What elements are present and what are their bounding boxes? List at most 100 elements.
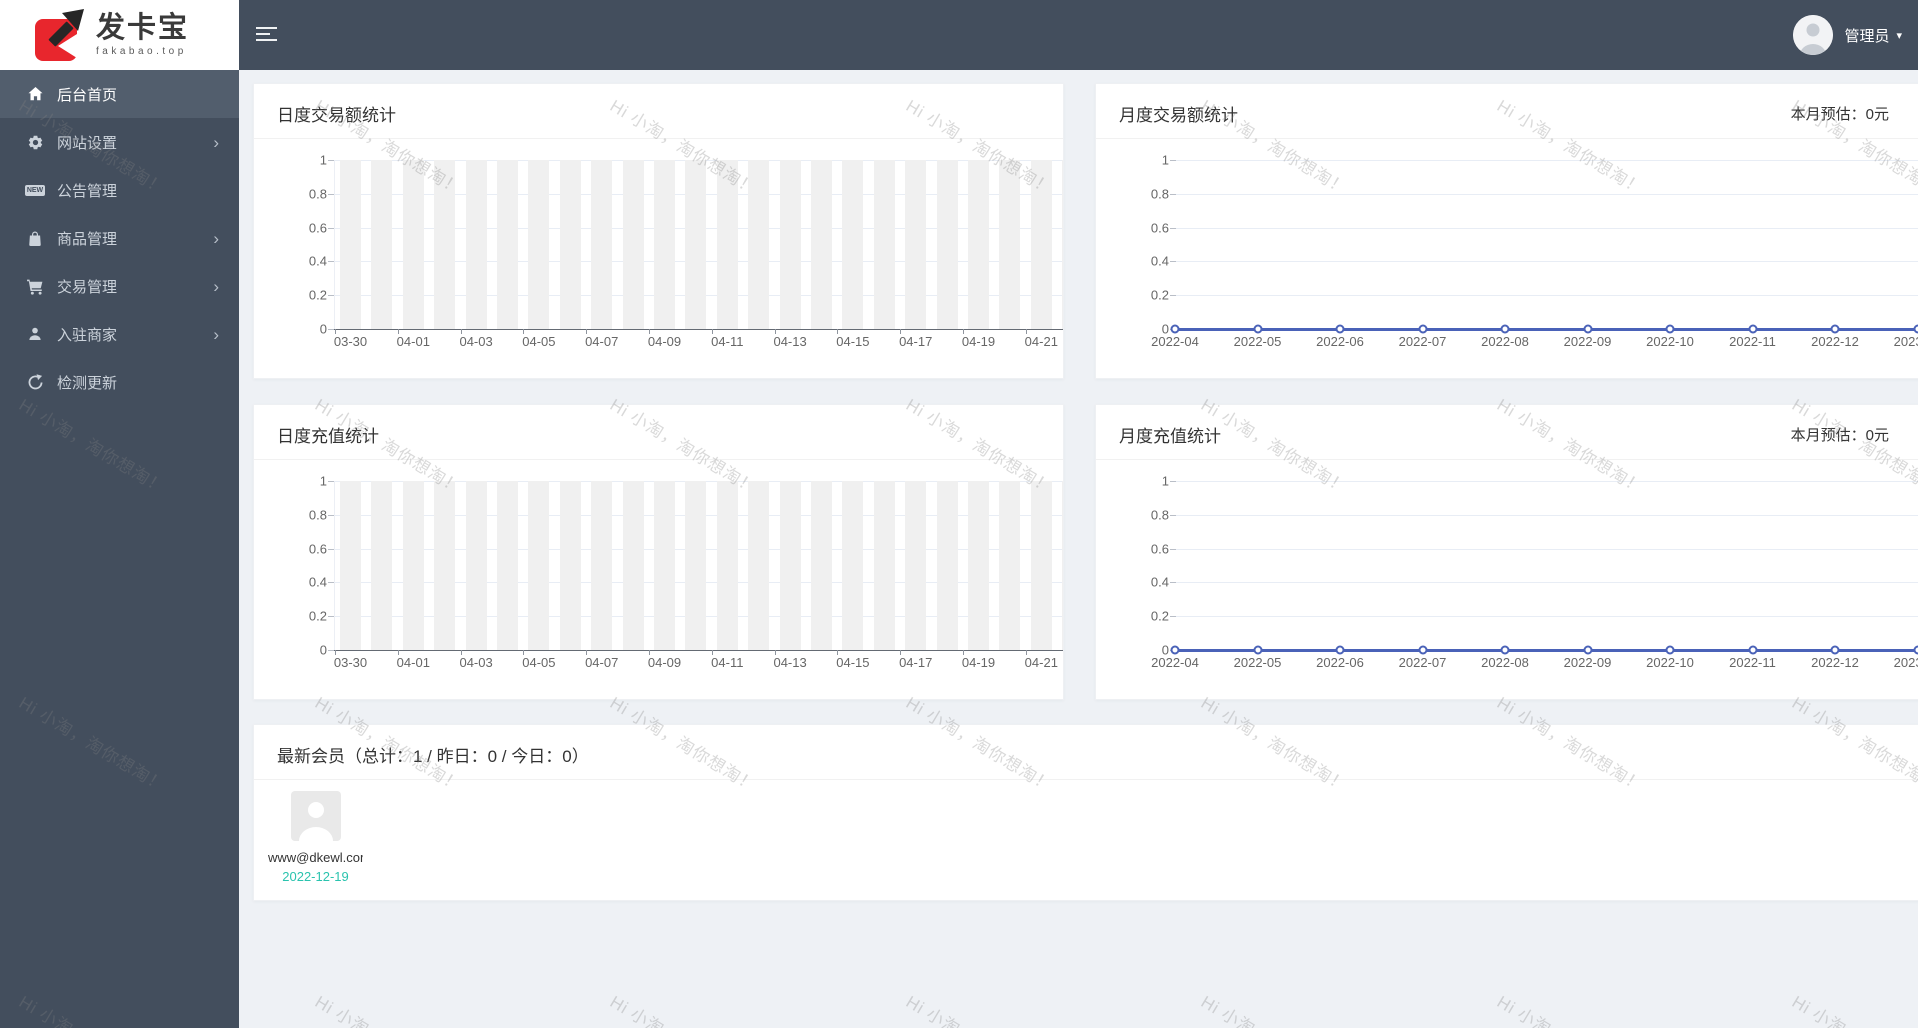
- x-axis-tick-label: 2022-09: [1563, 334, 1612, 349]
- x-axis-tick: [460, 650, 462, 655]
- x-axis-tick: [397, 650, 399, 655]
- x-axis-tick-label: 2023-01: [1893, 655, 1918, 670]
- bar-background: [1030, 481, 1052, 650]
- x-axis-tick-label: 04-09: [647, 334, 682, 349]
- x-axis-tick: [900, 650, 902, 655]
- x-axis-tick: [523, 650, 525, 655]
- y-axis-tick-label: 0: [319, 321, 327, 337]
- y-axis-tick-label: 1: [319, 152, 327, 168]
- gridline: [1176, 548, 1918, 550]
- gear-icon: [26, 134, 44, 151]
- bar-background: [999, 160, 1021, 329]
- x-axis-tick-label: 04-01: [396, 334, 430, 349]
- chevron-right-icon: ›: [213, 324, 219, 344]
- y-axis-tick-label: 0: [319, 642, 327, 658]
- x-axis-tick-label: 04-17: [899, 334, 933, 349]
- brand-domain: fakabao.top: [96, 46, 187, 57]
- user-name: 管理员: [1844, 27, 1890, 45]
- y-axis-tick-label: 0.4: [308, 253, 327, 269]
- bar-background: [371, 160, 393, 329]
- bar-background: [371, 481, 393, 650]
- y-axis-tick-label: 0.8: [308, 186, 327, 202]
- person-icon: [290, 791, 341, 841]
- x-axis-tick-label: 03-30: [333, 334, 368, 349]
- x-axis-tick-label: 03-30: [333, 655, 368, 670]
- sidebar-item-label: 检测更新: [57, 374, 118, 392]
- cart-icon: [26, 278, 44, 295]
- y-axis-tick: [1170, 227, 1176, 229]
- bar-background: [748, 481, 770, 650]
- bar-background: [936, 481, 958, 650]
- sidebar: 发卡宝 fakabao.top 后台首页 网站设置 › NEW 公告管理 商品管理 › 交易管…: [0, 0, 239, 1028]
- latest-members-title: 最新会员（总计：1 / 昨日：0 / 今日：0）: [277, 747, 589, 766]
- panel-monthly-trade: 月度交易额统计 本月预估：0元 0 0.2 0.4 0.6 0.8 1 2022-04 202…: [1095, 83, 1918, 379]
- x-axis-tick-label: 2022-08: [1481, 334, 1529, 349]
- gridline: [1176, 616, 1918, 618]
- x-axis-tick: [900, 329, 902, 334]
- brand-logo[interactable]: 发卡宝 fakabao.top: [0, 0, 239, 70]
- x-axis-tick-label: 04-09: [647, 655, 682, 670]
- sidebar-item-0-home[interactable]: 后台首页: [0, 70, 239, 118]
- bar-background: [685, 160, 707, 329]
- y-axis-tick-label: 0.8: [308, 507, 327, 523]
- line-marker: [1830, 324, 1840, 334]
- sidebar-item-2-announcement[interactable]: NEW 公告管理: [0, 166, 239, 214]
- y-axis-tick-label: 1: [319, 473, 327, 489]
- x-axis-tick-label: 04-17: [899, 655, 933, 670]
- line-marker: [1583, 645, 1592, 655]
- bar-background: [591, 481, 613, 650]
- x-axis-tick-label: 04-07: [585, 655, 619, 670]
- gridline: [1176, 514, 1918, 516]
- x-axis-tick-label: 2022-06: [1316, 334, 1364, 349]
- x-axis-tick: [837, 329, 839, 334]
- divider: [254, 779, 1918, 780]
- x-axis-tick: [774, 650, 776, 655]
- top-header: 管理员 ▾: [239, 0, 1918, 70]
- user-menu[interactable]: 管理员 ▾: [1793, 0, 1902, 70]
- gridline: [1176, 261, 1918, 263]
- x-axis-tick-label: 2022-12: [1811, 655, 1859, 670]
- member-avatar: [290, 791, 341, 841]
- bar-background: [528, 481, 550, 650]
- x-axis-tick-label: 04-15: [836, 334, 870, 349]
- line-marker: [1335, 324, 1345, 334]
- menu-toggle-icon[interactable]: [256, 27, 277, 45]
- bar-background: [402, 160, 424, 329]
- bar-background: [340, 481, 361, 650]
- x-axis-tick: [649, 650, 650, 655]
- sidebar-item-1-gear[interactable]: 网站设置 ›: [0, 118, 239, 166]
- sidebar-nav: 后台首页 网站设置 › NEW 公告管理 商品管理 › 交易管理 › 入驻商家 › 检测更新: [0, 70, 239, 406]
- bar-background: [999, 481, 1021, 650]
- x-axis-tick-label: 2022-05: [1233, 655, 1282, 670]
- y-axis-tick: [1170, 295, 1176, 297]
- bar-background: [873, 160, 895, 329]
- x-axis-tick-label: 04-11: [711, 655, 744, 670]
- brand-text: 发卡宝 fakabao.top: [96, 13, 189, 57]
- x-axis-tick-label: 2022-04: [1151, 334, 1199, 349]
- x-axis-tick-label: 2022-11: [1729, 334, 1776, 349]
- y-axis-tick: [1170, 548, 1176, 550]
- sidebar-item-3-goods[interactable]: 商品管理 ›: [0, 214, 239, 262]
- sidebar-item-5-merchant[interactable]: 入驻商家 ›: [0, 310, 239, 358]
- y-axis-tick: [1170, 481, 1176, 482]
- y-axis-tick: [1170, 193, 1176, 195]
- chevron-right-icon: ›: [213, 228, 219, 248]
- sidebar-item-4-cart[interactable]: 交易管理 ›: [0, 262, 239, 310]
- member-card: www@dkewl.com 2022-12-19: [268, 791, 363, 884]
- bar-background: [654, 160, 675, 329]
- x-axis-tick-label: 04-05: [522, 655, 556, 670]
- caret-down-icon: ▾: [1896, 29, 1902, 42]
- panel-monthly-recharge: 月度充值统计 本月预估：0元 0 0.2 0.4 0.6 0.8 1 2022-04 2022…: [1095, 404, 1918, 700]
- bar-background: [497, 481, 518, 650]
- sidebar-item-6-update[interactable]: 检测更新: [0, 358, 239, 406]
- line-marker: [1830, 645, 1840, 655]
- y-axis-tick-label: 0.8: [1150, 186, 1169, 202]
- x-axis-tick-label: 04-21: [1024, 334, 1058, 349]
- line-marker: [1583, 324, 1592, 334]
- gridline: [1176, 481, 1918, 482]
- y-axis-tick: [1170, 261, 1176, 263]
- y-axis-tick-label: 0.4: [308, 574, 327, 590]
- bar-background: [936, 160, 958, 329]
- user-avatar: [1793, 15, 1834, 55]
- y-axis-tick-label: 0.4: [1150, 253, 1169, 269]
